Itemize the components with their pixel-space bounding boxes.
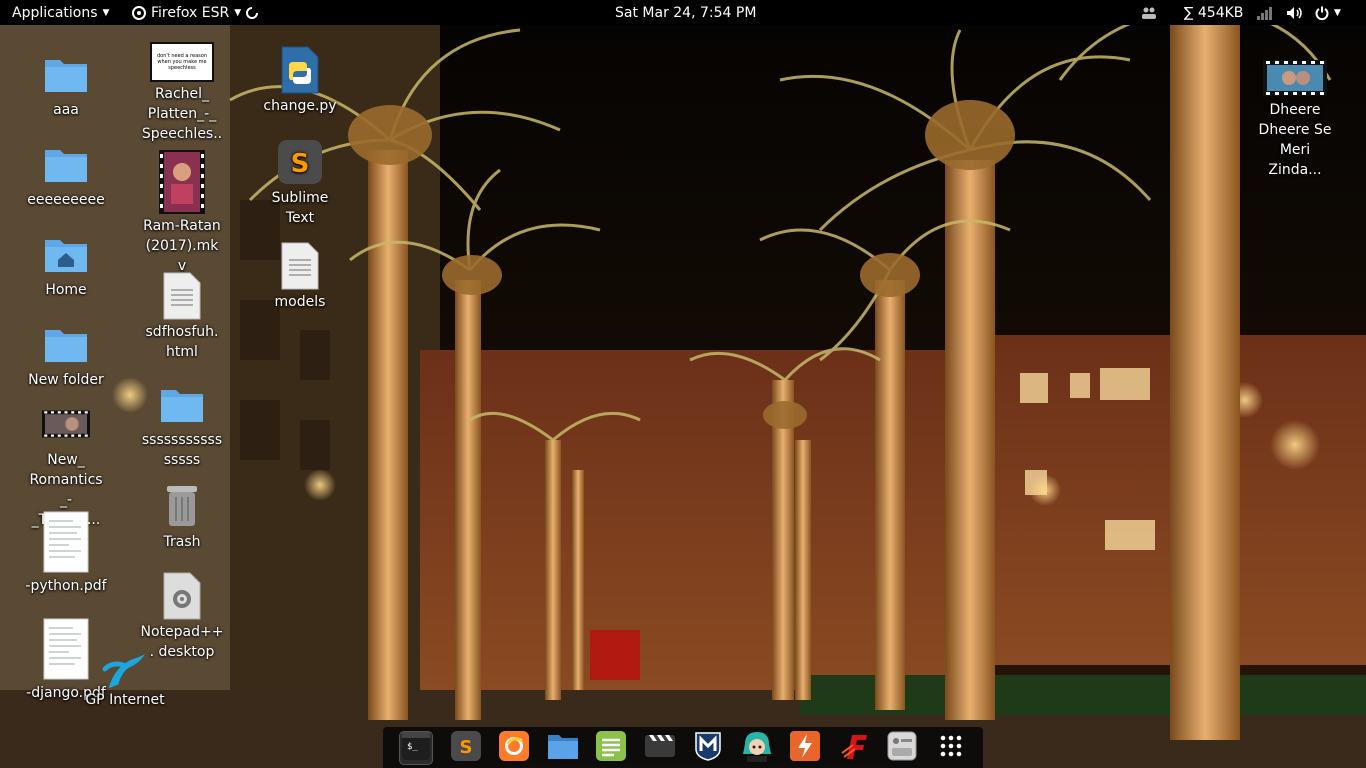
icon-label: Home [45,282,87,298]
active-app-label: Firefox ESR [151,4,230,21]
firefox-app-icon [132,5,146,20]
sublime-text-icon: S [276,138,324,186]
dock-anime-app[interactable] [741,730,773,766]
desktop-icon-models[interactable]: models [245,242,355,312]
signal-strength-icon [1256,6,1274,20]
applications-label: Applications [12,4,98,21]
desktop-icon-gp-internet[interactable]: GP Internet [70,648,180,710]
desktop-icon-eeeeeeeee[interactable]: eeeeeeeee [11,140,121,210]
gp-internet-icon [101,648,149,694]
trash-icon [158,482,206,530]
chevron-down-icon: ▼ [102,7,110,18]
active-app-menu[interactable]: Firefox ESR ▼ [132,0,259,25]
thumbnail-text: don't need a reason when you make me spe… [150,42,214,82]
network-speed-indicator[interactable]: ∑ 454KB [1184,0,1243,25]
dock-terminal[interactable]: $_ [399,730,434,765]
icon-label: aaa [53,102,79,118]
metasploit-icon [694,731,722,765]
chevron-down-icon: ▼ [1334,7,1341,18]
icon-label: Trash [163,534,201,550]
dock-files[interactable] [547,732,579,764]
icon-label: sdfhosfuh. html [145,324,219,360]
desktop-icon-aaa[interactable]: aaa [11,50,121,120]
loading-spinner-icon [246,6,259,19]
show-apps-grid-icon [939,734,963,762]
folder-icon [42,140,90,188]
icon-label: New folder [28,372,104,388]
desktop-icon-sdfhosfuh-html[interactable]: sdfhosfuh. html [127,272,237,362]
dock-show-applications[interactable] [935,732,967,764]
icon-label: Ram-Ratan (2017).mkv [143,218,221,274]
video-player-icon [644,731,675,765]
desktop-icon-sublime-text[interactable]: S Sublime Text [245,138,355,228]
svg-text:S: S [459,737,472,758]
settings-panel-icon [887,731,917,765]
icon-label: Sublime Text [271,190,329,226]
icon-label: Dheere Dheere Se Meri Zinda... [1258,102,1332,178]
desktop-icon-home[interactable]: Home [11,230,121,300]
desktop-icon-trash[interactable]: Trash [127,482,237,552]
datetime-label: Sat Mar 24, 7:54 PM [615,4,757,21]
burpsuite-icon [790,730,821,765]
terminal-icon: $_ [402,731,431,764]
icon-label: change.py [263,98,337,114]
video-thumbnail-icon [1263,58,1327,98]
video-thumbnail-icon: don't need a reason when you make me spe… [150,42,214,82]
system-menu[interactable]: ▼ [1315,0,1341,25]
dock-settings-panel[interactable] [886,731,918,765]
desktop-icon-ram-ratan[interactable]: Ram-Ratan (2017).mkv [127,150,237,276]
svg-text:$_: $_ [407,742,418,752]
icon-label: GP Internet [85,692,165,708]
clock[interactable]: Sat Mar 24, 7:54 PM [615,0,756,25]
anime-app-icon [741,730,773,766]
top-panel: Applications ▼ Firefox ESR ▼ Sat Mar 24,… [0,0,1366,25]
video-thumbnail-icon [157,150,207,214]
sublime-text-icon: S [450,730,481,765]
icon-label: ssssssssssssssss [141,432,223,468]
desktop-icon-dheere-dheere[interactable]: Dheere Dheere Se Meri Zinda... [1240,58,1350,180]
users-icon [1141,6,1157,20]
applications-menu[interactable]: Applications ▼ [12,0,109,25]
desktop-icon-ssssssssssssssss[interactable]: ssssssssssssssss [127,380,237,470]
dock-video-player[interactable] [644,732,676,764]
network-speed-label: ∑ 454KB [1184,4,1244,21]
faraday-icon [839,731,869,765]
video-thumbnail-icon [42,400,90,448]
dock-burpsuite[interactable] [789,730,821,765]
desktop-file-icon [158,572,206,620]
dock-metasploit[interactable] [692,731,724,765]
dock: $_ S [383,727,983,768]
folder-icon [42,320,90,368]
chevron-down-icon: ▼ [234,7,242,18]
desktop-icon-new-folder[interactable]: New folder [11,320,121,390]
dock-firefox[interactable] [498,730,530,765]
dock-faraday[interactable] [838,732,870,764]
dock-text-editor[interactable] [595,730,627,765]
home-folder-icon [42,230,90,278]
text-file-icon [158,272,206,320]
python-file-icon [276,46,324,94]
firefox-icon [499,730,530,765]
svg-text:S: S [291,149,310,179]
pdf-icon [42,510,90,574]
volume-indicator[interactable] [1286,0,1304,25]
folder-icon [158,380,206,428]
desktop-icon-change-py[interactable]: change.py [245,46,355,116]
text-file-icon [276,242,324,290]
files-icon [547,732,579,764]
folder-icon [42,50,90,98]
speaker-icon [1286,6,1304,20]
icon-label: -python.pdf [25,578,107,594]
text-editor-icon [596,730,627,765]
icon-label: eeeeeeeee [27,192,105,208]
icon-label: models [274,294,326,310]
power-icon [1315,6,1329,20]
desktop-icon-rachel-platten-speechless[interactable]: don't need a reason when you make me spe… [127,42,237,164]
desktop-icon-python-pdf[interactable]: -python.pdf [11,510,121,596]
dock-sublime-text[interactable]: S [450,730,482,765]
users-indicator[interactable] [1141,0,1157,25]
wifi-signal-indicator[interactable] [1256,0,1274,25]
